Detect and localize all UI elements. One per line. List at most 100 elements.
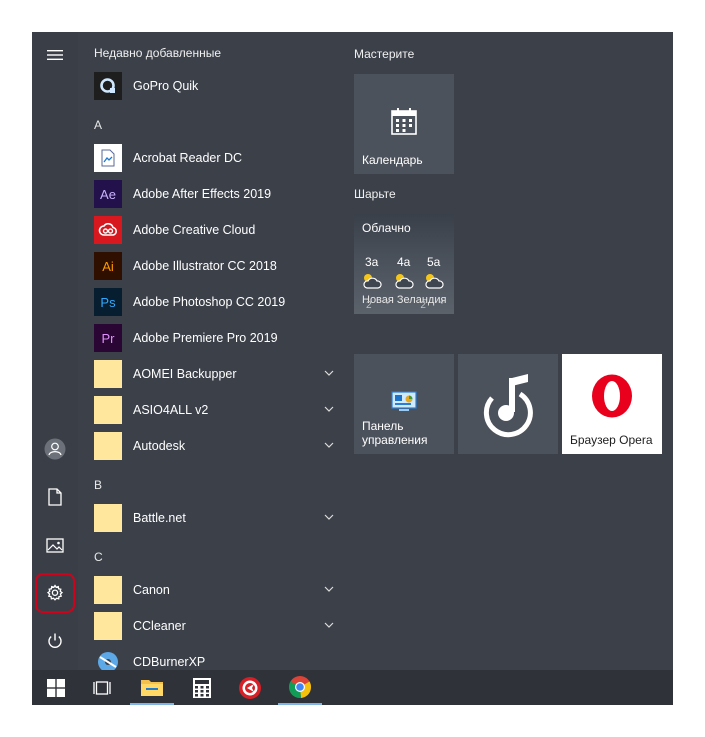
start-menu: Недавно добавленные GoPro Quik A Acrobat…: [32, 32, 673, 705]
menu-expand-button[interactable]: [36, 36, 74, 74]
picture-icon: [46, 537, 64, 553]
tile-opera[interactable]: Браузер Opera: [562, 354, 662, 454]
tile-group-title-1[interactable]: Мастерите: [354, 47, 414, 61]
power-icon: [48, 633, 62, 648]
folder-battle-net[interactable]: Battle.net: [94, 502, 334, 534]
app-label: Adobe Illustrator CC 2018: [133, 259, 277, 273]
chevron-down-icon: [324, 586, 334, 592]
acrobat-icon: [94, 144, 122, 172]
weather-temps: 2° 2° 2°: [366, 300, 454, 311]
tile-group-title-2[interactable]: Шарьте: [354, 187, 396, 201]
chevron-down-icon: [324, 622, 334, 628]
app-photoshop[interactable]: Ps Adobe Photoshop CC 2019: [94, 286, 334, 318]
pictures-button[interactable]: [36, 526, 74, 564]
app-label: ASIO4ALL v2: [133, 403, 209, 417]
illustrator-icon: Ai: [94, 252, 122, 280]
weather-condition: Облачно: [362, 221, 411, 235]
folder-icon: [94, 612, 122, 640]
app-label: Acrobat Reader DC: [133, 151, 243, 165]
weather-day: 5а: [427, 255, 441, 269]
gopro-quik-icon: [94, 72, 122, 100]
app-label: Autodesk: [133, 439, 186, 453]
folder-aomei-backupper[interactable]: AOMEI Backupper: [94, 358, 334, 390]
letter-header-c[interactable]: C: [94, 550, 103, 564]
tile-music[interactable]: [458, 354, 558, 454]
app-label: AOMEI Backupper: [133, 367, 237, 381]
taskbar-file-explorer[interactable]: [130, 670, 174, 705]
folder-icon: [94, 432, 122, 460]
opera-icon: [592, 374, 632, 418]
app-label: CDBurnerXP: [133, 655, 206, 669]
folder-icon: [94, 576, 122, 604]
taskbar-calculator[interactable]: [180, 670, 224, 705]
taskbar: [32, 670, 673, 705]
tile-label: Браузер Opera: [570, 433, 653, 447]
tile-label: Календарь: [362, 153, 423, 167]
app-label: GoPro Quik: [133, 79, 199, 93]
app-label: Adobe Creative Cloud: [133, 223, 256, 237]
letter-header-a[interactable]: A: [94, 118, 102, 132]
power-button[interactable]: [36, 622, 74, 660]
folder-canon[interactable]: Canon: [94, 574, 334, 606]
recently-added-header: Недавно добавленные: [94, 46, 222, 60]
settings-button[interactable]: [35, 573, 75, 613]
windows-logo-icon: [47, 678, 65, 697]
app-creative-cloud[interactable]: Adobe Creative Cloud: [94, 214, 334, 246]
task-view-button[interactable]: [80, 670, 124, 705]
avatar-icon: [44, 438, 66, 460]
app-label: Canon: [133, 583, 170, 597]
tile-weather[interactable]: Облачно 3а 4а 5а Новая Зеландия 2° 2° 2°: [354, 214, 454, 314]
partly-cloudy-icon: [363, 274, 382, 289]
app-label: Battle.net: [133, 511, 186, 525]
taskbar-app-red[interactable]: [228, 670, 272, 705]
task-view-icon: [93, 680, 111, 695]
chevron-down-icon: [324, 370, 334, 376]
calculator-icon: [193, 677, 211, 698]
chevron-down-icon: [324, 514, 334, 520]
app-label: Adobe After Effects 2019: [133, 187, 272, 201]
app-cdburnerxp[interactable]: CDBurnerXP: [94, 646, 334, 670]
weather-day: 3а: [365, 255, 379, 269]
chevron-down-icon: [324, 442, 334, 448]
tile-label-line: Панель: [362, 419, 404, 433]
app-gopro-quik[interactable]: GoPro Quik: [94, 70, 334, 102]
partly-cloudy-icon: [395, 274, 414, 289]
folder-icon: [94, 504, 122, 532]
app-label: Adobe Premiere Pro 2019: [133, 331, 278, 345]
folder-asio4all[interactable]: ASIO4ALL v2: [94, 394, 334, 426]
partly-cloudy-icon: [425, 274, 444, 289]
control-panel-icon: [391, 391, 417, 411]
app-premiere[interactable]: Pr Adobe Premiere Pro 2019: [94, 322, 334, 354]
hamburger-icon: [47, 50, 63, 60]
user-account-button[interactable]: [36, 430, 74, 468]
weather-day: 4а: [397, 255, 411, 269]
photoshop-icon: Ps: [94, 288, 122, 316]
taskbar-chrome[interactable]: [278, 670, 322, 705]
letter-header-b[interactable]: B: [94, 478, 102, 492]
folder-ccleaner[interactable]: CCleaner: [94, 610, 334, 642]
gear-icon: [46, 584, 64, 601]
tile-calendar[interactable]: Календарь: [354, 74, 454, 174]
folder-icon: [94, 396, 122, 424]
tile-label: Панель управления: [362, 419, 427, 447]
app-illustrator[interactable]: Ai Adobe Illustrator CC 2018: [94, 250, 334, 282]
after-effects-icon: Ae: [94, 180, 122, 208]
start-rail: [32, 32, 78, 670]
app-list: Недавно добавленные GoPro Quik A Acrobat…: [88, 32, 340, 670]
app-acrobat-reader[interactable]: Acrobat Reader DC: [94, 142, 334, 174]
folder-autodesk[interactable]: Autodesk: [94, 430, 334, 462]
tile-control-panel[interactable]: Панель управления: [354, 354, 454, 454]
premiere-icon: Pr: [94, 324, 122, 352]
cdburner-icon: [94, 648, 122, 670]
tile-label-line: управления: [362, 433, 428, 447]
chrome-icon: [288, 675, 312, 698]
creative-cloud-icon: [94, 216, 122, 244]
start-button[interactable]: [34, 670, 78, 705]
chevron-down-icon: [324, 406, 334, 412]
app-label: Adobe Photoshop CC 2019: [133, 295, 286, 309]
red-app-icon: [239, 676, 261, 699]
document-icon: [48, 488, 62, 506]
documents-button[interactable]: [36, 478, 74, 516]
app-after-effects[interactable]: Ae Adobe After Effects 2019: [94, 178, 334, 210]
folder-icon: [94, 360, 122, 388]
